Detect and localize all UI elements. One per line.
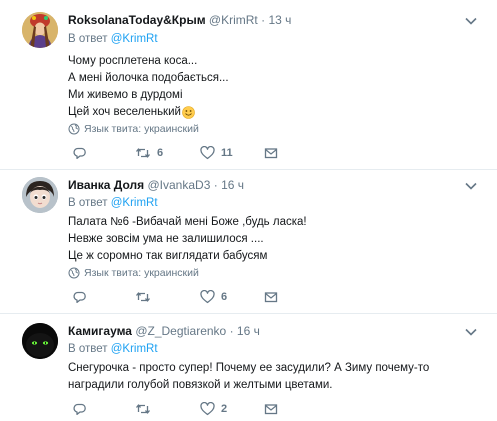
display-name[interactable]: Иванка Доля [68, 178, 144, 192]
user-handle[interactable]: @Z_Degtiarenko [135, 324, 226, 338]
timestamp[interactable]: 13 ч [268, 13, 291, 27]
tweet-line: Цей хоч веселенький [68, 106, 181, 118]
reply-prefix: В ответ [68, 343, 108, 355]
tweet-line: Снегурочка - просто супер! Почему ее зас… [68, 362, 430, 374]
reply-context: В ответ @KrimRt [68, 342, 158, 356]
like-button[interactable]: 11 [200, 145, 233, 161]
separator-dot: · [229, 324, 234, 338]
tweet[interactable]: RoksolanaToday&Крым @KrimRt · 13 ч В отв… [0, 0, 497, 170]
globe-icon [68, 267, 80, 279]
tweet-line: А мені йолочка подобається... [68, 72, 229, 84]
tweet-text: Палата №6 -Вибачай мені Боже ,будь ласка… [68, 214, 307, 265]
tweet-line: Палата №6 -Вибачай мені Боже ,будь ласка… [68, 216, 307, 228]
tweet-actions: 6 11 [68, 145, 288, 161]
reply-mention-link[interactable]: @KrimRt [111, 33, 158, 45]
language-label: Язык твита: украинский [84, 123, 199, 135]
retweet-icon [135, 404, 151, 414]
language-label: Язык твита: украинский [84, 267, 199, 279]
separator-dot: · [213, 178, 218, 192]
tweet-line: Ми живемо в дурдомі [68, 89, 183, 101]
retweet-button[interactable]: 6 [135, 145, 163, 161]
avatar-image [22, 177, 58, 213]
tweet[interactable]: Иванка Доля @IvankaD3 · 16 ч В ответ @Kr… [0, 170, 497, 314]
chevron-down-icon[interactable] [465, 328, 477, 336]
tweet-line-with-emoji: Цей хоч веселенький [68, 104, 229, 121]
avatar[interactable] [22, 12, 58, 48]
reply-icon [73, 147, 86, 159]
tweet-language: Язык твита: украинский [68, 123, 199, 135]
avatar-image [22, 323, 58, 359]
reply-button[interactable] [73, 289, 93, 305]
tweet-header: RoksolanaToday&Крым @KrimRt · 13 ч [68, 13, 291, 27]
reply-prefix: В ответ [68, 33, 108, 45]
heart-icon [200, 402, 215, 416]
reply-button[interactable] [73, 145, 93, 161]
like-button[interactable]: 2 [200, 401, 227, 417]
avatar-image [22, 12, 58, 48]
like-button[interactable]: 6 [200, 289, 227, 305]
like-count: 2 [221, 403, 228, 415]
timestamp[interactable]: 16 ч [237, 324, 260, 338]
envelope-icon [264, 404, 278, 415]
tweet-language: Язык твита: украинский [68, 267, 199, 279]
tweet-actions: 6 [68, 289, 288, 305]
retweet-icon [135, 292, 151, 302]
retweet-button[interactable] [135, 289, 157, 305]
direct-message-button[interactable] [264, 401, 278, 417]
reply-context: В ответ @KrimRt [68, 32, 158, 46]
reply-icon [73, 291, 86, 303]
tweet-line: Чому росплетена коса... [68, 55, 198, 67]
reply-mention-link[interactable]: @KrimRt [111, 197, 158, 209]
chevron-down-icon[interactable] [465, 182, 477, 190]
heart-icon [200, 290, 215, 304]
avatar[interactable] [22, 323, 58, 359]
like-count: 11 [221, 147, 233, 159]
tweet[interactable]: Камигаума @Z_Degtiarenko · 16 ч В ответ … [0, 314, 497, 421]
reply-button[interactable] [73, 401, 93, 417]
tweet-text: Чому росплетена коса... А мені йолочка п… [68, 53, 229, 121]
direct-message-button[interactable] [264, 145, 278, 161]
envelope-icon [264, 292, 278, 303]
user-handle[interactable]: @IvankaD3 [147, 178, 210, 192]
heart-icon [200, 146, 215, 160]
separator-dot: · [261, 13, 266, 27]
reply-context: В ответ @KrimRt [68, 196, 158, 210]
tweet-line: Невже зовсім ума не залишилося .... [68, 233, 264, 245]
envelope-icon [264, 148, 278, 159]
globe-icon [68, 123, 80, 135]
like-count: 6 [221, 291, 228, 303]
display-name[interactable]: RoksolanaToday&Крым [68, 13, 206, 27]
chevron-down-icon[interactable] [465, 17, 477, 25]
display-name[interactable]: Камигаума [68, 324, 132, 338]
direct-message-button[interactable] [264, 289, 278, 305]
reply-icon [73, 403, 86, 415]
tweet-actions: 2 [68, 401, 288, 417]
reply-prefix: В ответ [68, 197, 108, 209]
retweet-button[interactable] [135, 401, 157, 417]
tweet-header: Иванка Доля @IvankaD3 · 16 ч [68, 178, 244, 192]
timestamp[interactable]: 16 ч [221, 178, 244, 192]
tweet-line: наградили голубой повязкой и желтыми цве… [68, 379, 333, 391]
avatar[interactable] [22, 177, 58, 213]
tweet-line: Це ж соромно так виглядати бабусям [68, 250, 268, 262]
tweet-header: Камигаума @Z_Degtiarenko · 16 ч [68, 324, 260, 338]
tweet-text: Снегурочка - просто супер! Почему ее зас… [68, 360, 429, 394]
smiling-face-emoji-icon [182, 106, 195, 119]
user-handle[interactable]: @KrimRt [209, 13, 258, 27]
retweet-icon [135, 148, 151, 158]
reply-mention-link[interactable]: @KrimRt [111, 343, 158, 355]
retweet-count: 6 [157, 147, 164, 159]
